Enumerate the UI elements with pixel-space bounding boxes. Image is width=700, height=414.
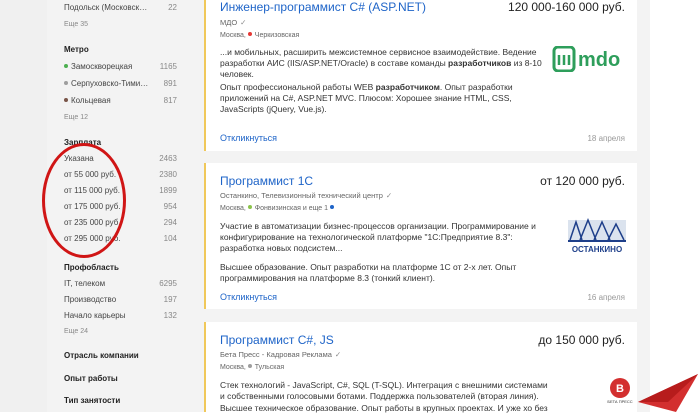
- show-more-areas[interactable]: Еще 24: [64, 328, 88, 335]
- verified-check-icon: ✓: [385, 191, 393, 200]
- company-name[interactable]: Бета Пресс - Кадровая Реклама ✓: [220, 350, 341, 359]
- show-more-regions[interactable]: Еще 35: [64, 21, 88, 28]
- employment-type-title[interactable]: Тип занятости: [64, 396, 120, 405]
- metro-line-dot: [64, 98, 68, 102]
- svg-text:БЕТА ПРЕСС: БЕТА ПРЕСС: [607, 399, 632, 404]
- filter-metro-zamoskvoretskaya[interactable]: Замоскворецкая 1165: [64, 61, 177, 73]
- metro-title: Метро: [64, 45, 89, 54]
- vacancy-date: 16 апреля: [587, 293, 625, 302]
- vacancy-location: Москва, Фонвизинская и еще 1: [220, 205, 337, 212]
- prof-area-title: Профобласть: [64, 263, 119, 272]
- respond-link[interactable]: Откликнуться: [220, 133, 277, 143]
- vacancy-card: Программист 1С от 120 000 руб. Останкино…: [204, 163, 637, 309]
- vacancy-responsibilities: Участие в автоматизации бизнес-процессов…: [220, 221, 536, 253]
- metro-line-dot: [247, 205, 252, 209]
- filter-area-career-start[interactable]: Начало карьеры 132: [64, 310, 177, 322]
- verified-check-icon: ✓: [334, 350, 342, 359]
- paper-plane-icon: [638, 374, 698, 412]
- vacancy-requirements: Опыт профессиональной работы WEB разрабо…: [220, 82, 513, 114]
- respond-link[interactable]: Откликнуться: [220, 292, 277, 302]
- vacancy-card: Программист C#, JS до 150 000 руб. Бета …: [204, 322, 637, 413]
- metro-line-dot: [64, 64, 68, 68]
- company-name[interactable]: МДО ✓: [220, 18, 246, 27]
- vacancy-responsibilities: Стек технологий - JavaScript, C#, SQL (T…: [220, 380, 548, 401]
- show-more-metro[interactable]: Еще 12: [64, 114, 88, 121]
- svg-text:ОСТАНКИНО: ОСТАНКИНО: [572, 245, 622, 254]
- vacancy-salary: до 150 000 руб.: [538, 333, 625, 347]
- vacancy-location: Москва, Тульская: [220, 364, 285, 371]
- left-margin: [0, 0, 47, 412]
- company-logo-beta-press[interactable]: B БЕТА ПРЕСС: [605, 376, 635, 404]
- filter-area-production[interactable]: Производство 197: [64, 294, 177, 306]
- vacancy-title[interactable]: Программист 1С: [220, 174, 313, 188]
- metro-line-dot: [329, 205, 334, 209]
- experience-title[interactable]: Опыт работы: [64, 374, 118, 383]
- company-industry-title[interactable]: Отрасль компании: [64, 351, 139, 360]
- vacancy-salary: 120 000-160 000 руб.: [508, 0, 625, 14]
- vacancy-list: Инженер-программист C# (ASP.NET) 120 000…: [190, 0, 650, 413]
- company-name[interactable]: Останкино, Телевизионный технический цен…: [220, 191, 392, 200]
- vacancy-requirements: Высшее образование. Опыт разработки на п…: [220, 262, 517, 283]
- vacancy-responsibilities: ...и мобильных, расширить межсистемное с…: [220, 47, 542, 79]
- metro-line-dot: [64, 81, 68, 85]
- company-logo-mdo[interactable]: mdo: [552, 45, 636, 73]
- salary-annotation-circle: [42, 143, 126, 258]
- svg-text:mdo: mdo: [578, 49, 620, 71]
- filter-metro-koltsevaya[interactable]: Кольцевая 817: [64, 95, 177, 107]
- company-logo-ostankino[interactable]: ОСТАНКИНО: [566, 216, 628, 258]
- filter-area-it[interactable]: IT, телеком 6295: [64, 278, 177, 290]
- vacancy-location: Москва, Черкизовская: [220, 32, 300, 39]
- svg-text:B: B: [616, 383, 624, 395]
- metro-line-dot: [247, 32, 252, 36]
- vacancy-requirements: Высшее техническое образование. Опыт раб…: [220, 403, 548, 413]
- filter-metro-serpukhovsko[interactable]: Серпуховско-Тимиря... 891: [64, 78, 177, 90]
- verified-check-icon: ✓: [240, 18, 247, 27]
- metro-line-dot: [247, 364, 252, 368]
- vacancy-title[interactable]: Инженер-программист C# (ASP.NET): [220, 0, 426, 14]
- vacancy-date: 18 апреля: [587, 134, 625, 143]
- vacancy-salary: от 120 000 руб.: [540, 174, 625, 188]
- vacancy-card: Инженер-программист C# (ASP.NET) 120 000…: [204, 0, 637, 151]
- filter-item-podolsk[interactable]: Подольск (Московская о... 22: [64, 2, 177, 14]
- vacancy-title[interactable]: Программист C#, JS: [220, 333, 334, 347]
